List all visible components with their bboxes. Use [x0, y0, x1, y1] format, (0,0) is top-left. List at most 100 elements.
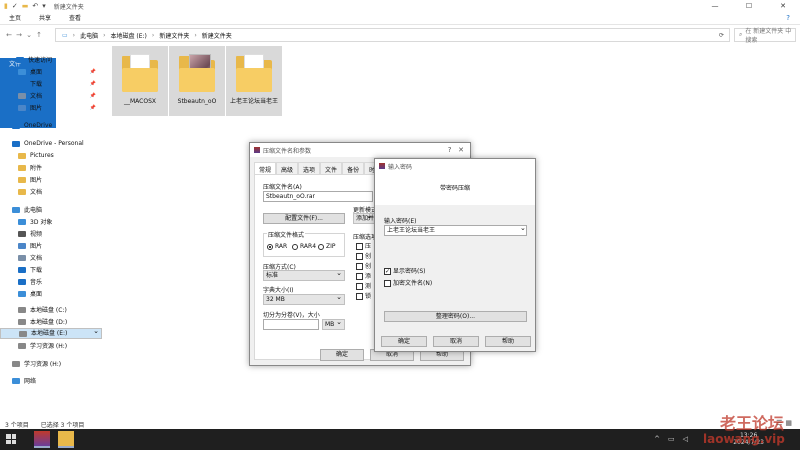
archive-option-checkbox[interactable]: 测	[356, 281, 371, 290]
volume-icon[interactable]: ◁	[683, 435, 688, 443]
encrypt-filenames-checkbox[interactable]: 加密文件名(N)	[384, 278, 432, 287]
sidebar-item[interactable]: 学习资源 (H:)	[0, 358, 102, 369]
sidebar-item[interactable]: 快速访问	[0, 54, 102, 65]
sidebar-item[interactable]: 3D 对象	[0, 216, 102, 227]
sidebar-item[interactable]: 文档 📌	[0, 90, 102, 101]
split-size-input[interactable]	[263, 319, 319, 330]
sidebar-item[interactable]: 音乐	[0, 276, 102, 287]
sidebar-item[interactable]: 学习资源 (H:)	[0, 340, 102, 351]
close-icon[interactable]: ✕	[458, 146, 464, 154]
breadcrumb-folder[interactable]: 新建文件夹	[159, 31, 189, 40]
folder-item[interactable]: 上老王论坛当老王	[226, 46, 282, 116]
breadcrumb-drive-e[interactable]: 本地磁盘 (E:)	[111, 31, 147, 40]
sidebar-item[interactable]: 本地磁盘 (C:)	[0, 304, 102, 315]
archive-option-checkbox[interactable]: 压	[356, 241, 371, 250]
folder-name: Stbeautn_oO	[177, 98, 217, 105]
password-cancel-button[interactable]: 取消	[433, 336, 479, 347]
address-bar[interactable]: ▭ › 此电脑 › 本地磁盘 (E:) › 新建文件夹 › 新建文件夹 ⟳	[55, 28, 730, 42]
tab-view[interactable]: 查看	[60, 12, 90, 25]
sidebar-item-label: 文档	[30, 189, 43, 196]
sidebar-item-label: 本地磁盘 (C:)	[30, 307, 67, 314]
password-help-button[interactable]: 帮助	[485, 336, 531, 347]
format-zip-radio[interactable]: ZIP	[318, 243, 336, 250]
up-icon[interactable]: ↑	[34, 31, 44, 39]
breadcrumb-this-pc[interactable]: 此电脑	[80, 31, 98, 40]
minimize-button[interactable]: —	[698, 0, 732, 12]
sidebar-item-label: OneDrive	[24, 122, 53, 129]
sidebar-item[interactable]: 网络	[0, 375, 102, 386]
tab-share[interactable]: 共享	[30, 12, 60, 25]
sidebar-item[interactable]: 本地磁盘 (E:)	[0, 327, 102, 339]
breadcrumb-current[interactable]: 新建文件夹	[202, 31, 232, 40]
split-unit-select[interactable]: MB	[322, 318, 345, 330]
forward-icon[interactable]: →	[14, 31, 24, 39]
password-ok-button[interactable]: 确定	[381, 336, 427, 347]
folder-item[interactable]: Stbeautn_oO	[169, 46, 225, 116]
help-icon[interactable]: ?	[786, 14, 790, 22]
password-input[interactable]: 上老王论坛当老王	[384, 225, 527, 236]
method-select[interactable]: 标准	[263, 269, 345, 281]
sidebar-item[interactable]: 下载	[0, 264, 102, 275]
large-icons-view-icon[interactable]: ▦	[785, 419, 792, 427]
quick-access-toolbar: ▮ ✓ ▬ ↶ ▾	[4, 2, 46, 10]
update-mode-select[interactable]: 添加并替换	[353, 213, 375, 224]
chevron-down-icon[interactable]: ⌄	[520, 224, 526, 232]
profiles-button[interactable]: 配置文件(F)...	[263, 213, 345, 224]
sidebar-item[interactable]: OneDrive	[0, 120, 102, 131]
tray-chevron-icon[interactable]: ^	[654, 435, 660, 443]
password-dialog-titlebar: 输入密码	[375, 159, 535, 173]
sidebar-item[interactable]: 附件	[0, 162, 102, 173]
sidebar-item[interactable]: 桌面	[0, 288, 102, 299]
pin-icon: 📌	[89, 92, 96, 99]
refresh-icon[interactable]: ⟳	[719, 32, 724, 39]
archive-option-checkbox[interactable]: 添	[356, 271, 371, 280]
folder-icon	[236, 54, 272, 94]
sidebar-item[interactable]: OneDrive - Personal	[0, 138, 102, 149]
sidebar-item[interactable]: Pictures	[0, 150, 102, 161]
organize-passwords-button[interactable]: 整理密码(O)...	[384, 311, 527, 322]
archive-dialog-title: 压缩文件名和参数	[263, 147, 312, 155]
show-password-checkbox[interactable]: ✓ 显示密码(S)	[384, 266, 426, 275]
archive-option-checkbox[interactable]: 创	[356, 251, 371, 260]
sidebar-item[interactable]: 图片	[0, 174, 102, 185]
dropdown-icon[interactable]: ▾	[42, 2, 46, 10]
sidebar-item[interactable]: 桌面 📌	[0, 66, 102, 77]
undo-icon[interactable]: ↶	[32, 2, 38, 10]
winrar-taskbar-icon[interactable]	[34, 431, 50, 448]
maximize-button[interactable]: ☐	[732, 0, 766, 12]
sidebar-item[interactable]: 本地磁盘 (D:)	[0, 316, 102, 327]
format-rar4-radio[interactable]: RAR4	[292, 243, 316, 250]
ok-button[interactable]: 确定	[320, 349, 364, 361]
back-icon[interactable]: ←	[4, 31, 14, 39]
sidebar-item[interactable]: 文档	[0, 252, 102, 263]
dictionary-select[interactable]: 32 MB	[263, 293, 345, 305]
recent-dropdown-icon[interactable]: ⌄	[24, 31, 34, 39]
pin-icon: 📌	[89, 104, 96, 111]
archive-option-checkbox[interactable]: 锁	[356, 291, 371, 300]
archive-name-input[interactable]: Stbeautn_oO.rar	[263, 191, 373, 202]
sidebar-item[interactable]: 视频	[0, 228, 102, 239]
archive-option-checkbox[interactable]: 创	[356, 261, 371, 270]
sidebar-item[interactable]: 图片 📌	[0, 102, 102, 113]
cube-icon	[18, 218, 26, 225]
new-folder-icon[interactable]: ▬	[22, 2, 29, 10]
tab-home[interactable]: 主页	[0, 12, 30, 25]
network-icon[interactable]: ▭	[668, 435, 675, 443]
winrar-icon	[254, 147, 260, 153]
properties-icon[interactable]: ✓	[12, 2, 18, 10]
sidebar-item[interactable]: 文档	[0, 186, 102, 197]
start-button[interactable]	[6, 434, 16, 444]
search-input[interactable]: ⌕ 在 新建文件夹 中搜索	[734, 28, 796, 44]
sidebar-item[interactable]: 下载 📌	[0, 78, 102, 89]
sidebar-item-label: 文档	[30, 93, 43, 100]
format-rar-radio[interactable]: RAR	[267, 243, 287, 250]
sidebar-item[interactable]: 此电脑	[0, 204, 102, 215]
sidebar-item[interactable]: 图片	[0, 240, 102, 251]
folder-item[interactable]: __MACOSX	[112, 46, 168, 116]
sidebar-item-label: 视频	[30, 231, 43, 238]
navigation-pane: 快速访问 桌面 📌 下载 📌 文档 📌 图片 📌 OneDrive OneDrive - Perso…	[0, 46, 102, 414]
help-icon[interactable]: ?	[448, 146, 452, 154]
download-icon	[18, 80, 26, 87]
close-button[interactable]: ✕	[766, 0, 800, 12]
file-explorer-taskbar-icon[interactable]	[58, 431, 74, 448]
